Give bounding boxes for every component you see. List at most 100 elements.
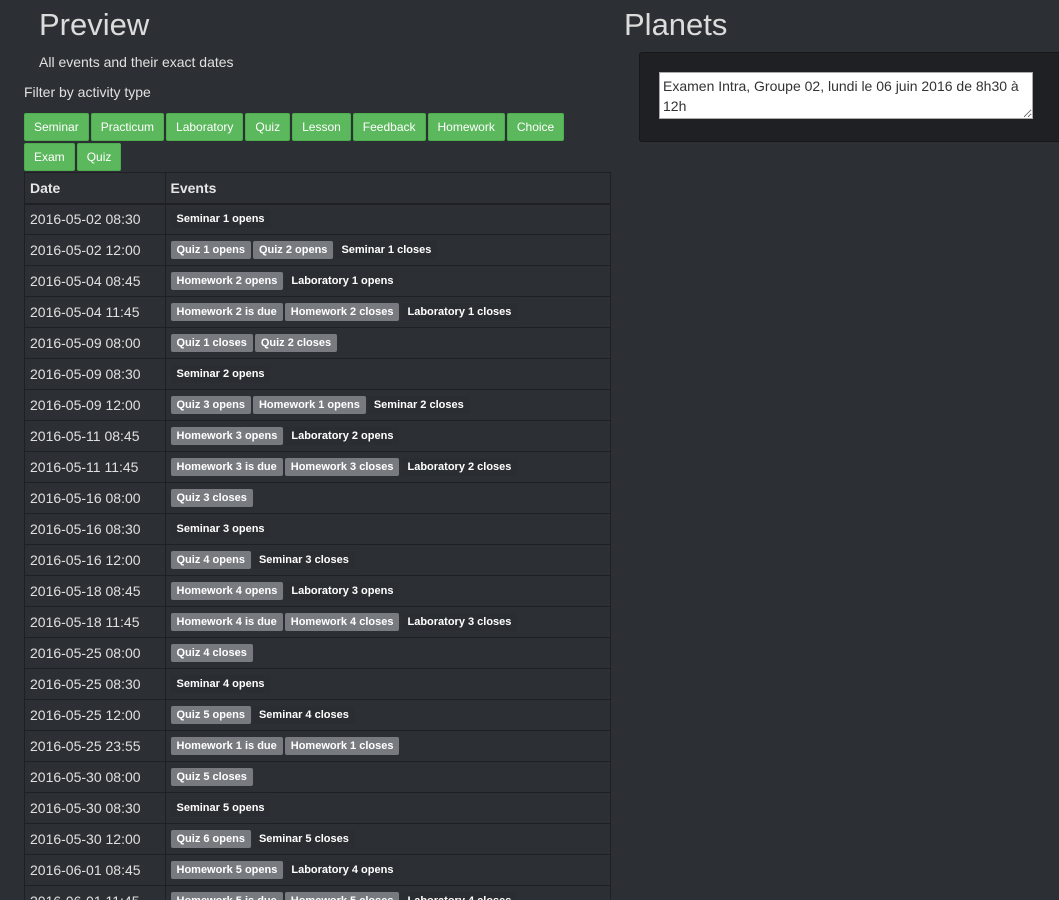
filter-label: Filter by activity type xyxy=(24,84,151,100)
event-badge: Laboratory 3 opens xyxy=(285,582,400,601)
event-date: 2016-05-09 08:30 xyxy=(25,358,166,390)
event-badge: Seminar 2 closes xyxy=(367,396,470,415)
table-row: 2016-05-25 12:00 Quiz 5 opens Seminar 4 cl… xyxy=(25,699,610,731)
event-badge: Homework 1 closes xyxy=(284,737,400,756)
event-list: Seminar 5 opens xyxy=(165,792,610,824)
event-date: 2016-06-01 08:45 xyxy=(25,854,166,886)
event-badge: Quiz 5 opens xyxy=(170,706,251,725)
event-date: 2016-05-11 11:45 xyxy=(25,451,166,483)
event-badge: Seminar 2 opens xyxy=(170,365,271,384)
planets-title: Planets xyxy=(624,7,728,42)
event-list: Quiz 6 opens Seminar 5 closes xyxy=(165,823,610,855)
table-row: 2016-05-04 08:45 Homework 2 opens Laborato… xyxy=(25,265,610,297)
event-date: 2016-05-18 11:45 xyxy=(25,606,166,638)
event-list: Quiz 4 opens Seminar 3 closes xyxy=(165,544,610,576)
event-list: Homework 3 is due Homework 3 closes Labora… xyxy=(165,451,610,483)
event-list: Seminar 4 opens xyxy=(165,668,610,700)
event-badge: Seminar 3 opens xyxy=(170,520,271,539)
event-badge: Seminar 4 opens xyxy=(170,675,271,694)
table-row: 2016-05-30 08:00 Quiz 5 closes xyxy=(25,761,610,793)
event-badge: Quiz 2 closes xyxy=(254,334,338,353)
filter-button-choice[interactable]: Choice xyxy=(506,113,565,141)
table-row: 2016-05-09 12:00 Quiz 3 opens Homework 1 o… xyxy=(25,389,610,421)
event-list: Quiz 4 closes xyxy=(165,637,610,669)
event-list: Homework 5 opens Laboratory 4 opens xyxy=(165,854,610,886)
table-header-row: Date Events xyxy=(25,172,610,205)
event-badge: Homework 2 is due xyxy=(170,303,283,322)
page-subtitle: All events and their exact dates xyxy=(39,54,234,70)
event-list: Homework 1 is due Homework 1 closes xyxy=(165,730,610,762)
event-badge: Quiz 3 opens xyxy=(170,396,251,415)
events-table: Date Events 2016-05-02 08:30 Seminar 1 op… xyxy=(25,172,610,900)
event-badge: Seminar 1 closes xyxy=(335,241,438,260)
filter-button-feedback[interactable]: Feedback xyxy=(352,113,426,141)
filter-button-laboratory[interactable]: Laboratory xyxy=(166,113,244,141)
table-row: 2016-05-25 08:00 Quiz 4 closes xyxy=(25,637,610,669)
event-list: Homework 2 opens Laboratory 1 opens xyxy=(165,265,610,297)
filter-button-quiz[interactable]: Quiz xyxy=(245,113,291,141)
filter-button-practicum[interactable]: Practicum xyxy=(90,113,165,141)
event-badge: Seminar 4 closes xyxy=(252,706,355,725)
event-date: 2016-05-04 11:45 xyxy=(25,296,166,328)
table-row: 2016-05-25 23:55 Homework 1 is due Homewor… xyxy=(25,730,610,762)
event-date: 2016-05-02 08:30 xyxy=(25,203,166,235)
event-list: Quiz 3 opens Homework 1 opens Seminar 2 cl… xyxy=(165,389,610,421)
table-row: 2016-05-09 08:30 Seminar 2 opens xyxy=(25,358,610,390)
event-date: 2016-05-25 12:00 xyxy=(25,699,166,731)
event-badge: Homework 1 is due xyxy=(170,737,283,756)
table-row: 2016-05-16 12:00 Quiz 4 opens Seminar 3 cl… xyxy=(25,544,610,576)
event-list: Seminar 3 opens xyxy=(165,513,610,545)
event-date: 2016-05-09 08:00 xyxy=(25,327,166,359)
table-row: 2016-05-02 08:30 Seminar 1 opens xyxy=(25,203,610,235)
event-list: Homework 5 is dueHomework 5 closesLabora… xyxy=(165,885,610,900)
event-date: 2016-05-18 08:45 xyxy=(25,575,166,607)
table-row: 2016-05-11 08:45 Homework 3 opens Laborato… xyxy=(25,420,610,452)
event-list: Quiz 1 closes Quiz 2 closes xyxy=(165,327,610,359)
event-date: 2016-05-02 12:00 xyxy=(25,234,166,266)
event-list: Quiz 1 opens Quiz 2 opens Seminar 1 closes xyxy=(165,234,610,266)
event-badge: Quiz 2 opens xyxy=(252,241,334,260)
event-list: Homework 4 is due Homework 4 closes Labora… xyxy=(165,606,610,638)
event-badge: Homework 2 closes xyxy=(284,303,400,322)
filter-button-exam[interactable]: Exam xyxy=(24,143,75,171)
event-date: 2016-05-30 08:00 xyxy=(25,761,166,793)
event-badge: Homework 5 closes xyxy=(284,892,400,900)
planets-panel xyxy=(639,52,1059,142)
event-badge: Homework 3 is due xyxy=(170,458,283,477)
event-badge: Laboratory 3 closes xyxy=(401,613,518,632)
column-header-events: Events xyxy=(165,172,610,205)
filter-button-quiz[interactable]: Quiz xyxy=(76,143,122,171)
event-date: 2016-06-01 11:45 xyxy=(25,885,166,900)
event-badge: Laboratory 4 closes xyxy=(401,892,518,900)
event-badge: Seminar 5 closes xyxy=(252,830,355,849)
event-list: Quiz 5 opens Seminar 4 closes xyxy=(165,699,610,731)
event-badge: Quiz 3 closes xyxy=(170,489,253,508)
event-date: 2016-05-30 08:30 xyxy=(25,792,166,824)
table-row: 2016-05-18 11:45 Homework 4 is due Homewor… xyxy=(25,606,610,638)
event-badge: Quiz 1 opens xyxy=(170,241,251,260)
filter-button-lesson[interactable]: Lesson xyxy=(292,113,351,141)
events-table-body: 2016-05-02 08:30 Seminar 1 opens 2016-05-0… xyxy=(25,203,610,900)
event-date: 2016-05-11 08:45 xyxy=(25,420,166,452)
table-row: 2016-05-09 08:00 Quiz 1 closes Quiz 2 clos… xyxy=(25,327,610,359)
page: Preview All events and their exact dates… xyxy=(0,0,1059,900)
table-row: 2016-06-01 11:45Homework 5 is dueHomewor… xyxy=(25,885,610,900)
table-row: 2016-05-16 08:30 Seminar 3 opens xyxy=(25,513,610,545)
event-badge: Quiz 1 closes xyxy=(170,334,253,353)
event-date: 2016-05-09 12:00 xyxy=(25,389,166,421)
filter-button-homework[interactable]: Homework xyxy=(427,113,505,141)
event-textarea[interactable] xyxy=(659,72,1033,119)
table-row: 2016-05-18 08:45 Homework 4 opens Laborato… xyxy=(25,575,610,607)
event-date: 2016-05-16 08:30 xyxy=(25,513,166,545)
event-badge: Seminar 3 closes xyxy=(252,551,355,570)
event-badge: Laboratory 1 closes xyxy=(401,303,518,322)
event-list: Homework 4 opens Laboratory 3 opens xyxy=(165,575,610,607)
event-date: 2016-05-16 08:00 xyxy=(25,482,166,514)
event-badge: Laboratory 2 closes xyxy=(401,458,518,477)
event-list: Seminar 1 opens xyxy=(165,203,610,235)
event-badge: Seminar 5 opens xyxy=(170,799,271,818)
filter-button-seminar[interactable]: Seminar xyxy=(24,113,89,141)
event-badge: Quiz 4 closes xyxy=(170,644,253,663)
event-date: 2016-05-16 12:00 xyxy=(25,544,166,576)
event-list: Homework 3 opens Laboratory 2 opens xyxy=(165,420,610,452)
